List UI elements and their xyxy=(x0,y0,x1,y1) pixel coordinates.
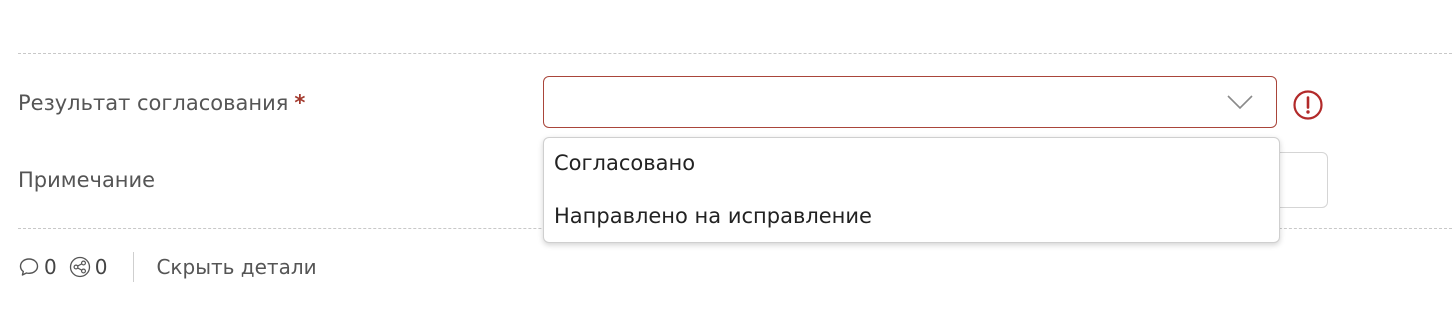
shares-count: 0 xyxy=(94,255,108,279)
required-mark: * xyxy=(294,91,306,115)
alert-circle-icon xyxy=(1293,90,1323,120)
comments-stat[interactable]: 0 xyxy=(18,255,57,279)
result-label: Результат согласования * xyxy=(18,89,305,117)
comment-icon xyxy=(19,258,39,276)
option-approved[interactable]: Согласовано xyxy=(554,149,695,177)
result-dropdown-menu: Согласовано Направлено на исправление xyxy=(543,137,1280,243)
footer-separator xyxy=(133,252,135,282)
share-icon xyxy=(69,256,90,278)
option-sent-for-correction[interactable]: Направлено на исправление xyxy=(554,202,872,230)
result-label-text: Результат согласования xyxy=(18,91,289,115)
shares-stat[interactable]: 0 xyxy=(69,255,108,279)
chevron-down-icon[interactable] xyxy=(1226,93,1254,111)
approval-form: Результат согласования * Примечание Согла… xyxy=(0,0,1452,320)
hide-details-link[interactable]: Скрыть детали xyxy=(156,255,316,279)
note-label: Примечание xyxy=(18,168,156,192)
top-divider xyxy=(18,53,1452,54)
comments-count: 0 xyxy=(44,255,57,279)
result-select[interactable] xyxy=(543,76,1277,128)
footer-bar: 0 0 Скрыть детали xyxy=(18,252,317,282)
